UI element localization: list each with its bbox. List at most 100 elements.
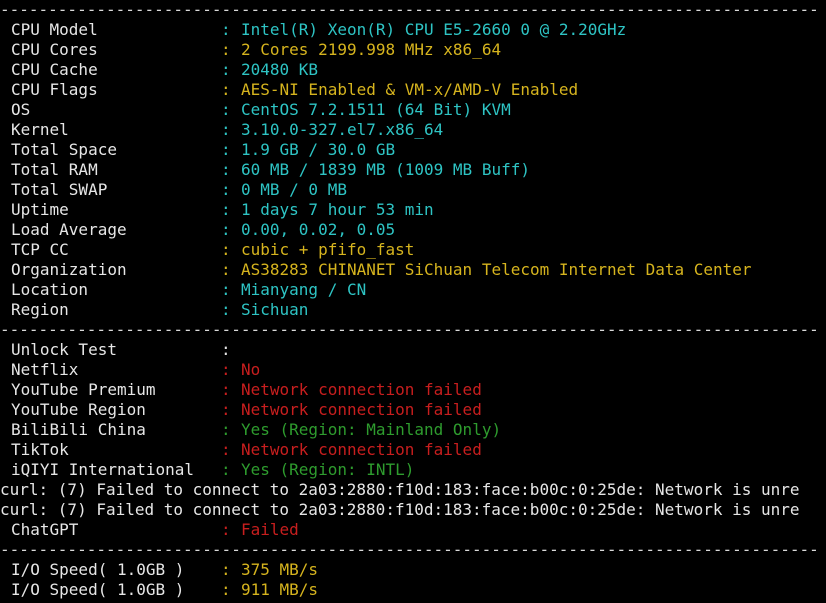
system-info-label: Uptime (11, 200, 69, 219)
system-info-row: Total RAM:60 MB / 1839 MB (1009 MB Buff) (0, 160, 826, 180)
row-colon: : (221, 280, 231, 299)
system-info-label: Region (11, 300, 69, 319)
unlock-test-row: BiliBili China: Yes (Region: Mainland Onl… (0, 420, 826, 440)
row-colon: : (221, 460, 231, 479)
system-info-row: Region: Sichuan (0, 300, 826, 320)
unlock-test-header-row: Unlock Test : (0, 340, 826, 360)
row-colon: : (221, 60, 231, 79)
system-info-row: CPU Cores:2 Cores 2199.998 MHz x86_64 (0, 40, 826, 60)
row-colon: : (221, 100, 231, 119)
unlock-test-label: iQIYI International (11, 460, 195, 479)
system-info-value: 0 MB / 0 MB (241, 180, 347, 199)
system-info-label: OS (11, 100, 31, 119)
row-colon: : (221, 220, 231, 239)
unlock-test-value: No (241, 360, 261, 379)
system-info-value: 1.9 GB / 30.0 GB (241, 140, 396, 159)
system-info-label: CPU Flags (11, 80, 98, 99)
row-colon: : (221, 400, 231, 419)
system-info-value: AS38283 CHINANET SiChuan Telecom Interne… (241, 260, 752, 279)
curl-error-row: curl: (7) Failed to connect to 2a03:2880… (0, 500, 826, 520)
unlock-test-row: TikTok: Network connection failed (0, 440, 826, 460)
unlock-test-row: iQIYI International: Yes (Region: INTL) (0, 460, 826, 480)
unlock-test-value: Network connection failed (241, 380, 482, 399)
separator-line: ----------------------------------------… (0, 0, 819, 19)
row-colon: : (221, 380, 231, 399)
row-colon: : (221, 340, 231, 359)
system-info-label: Total SWAP (11, 180, 108, 199)
row-colon: : (221, 300, 231, 319)
unlock-test-label: Netflix (11, 360, 79, 379)
system-info-label: Kernel (11, 120, 69, 139)
row-colon: : (221, 360, 231, 379)
row-colon: : (221, 560, 231, 579)
io-speed-label: I/O Speed( 1.0GB ) (11, 560, 185, 579)
io-speed-value: 911 MB/s (241, 580, 319, 599)
system-info-label: Total Space (11, 140, 117, 159)
unlock-test-value: Yes (Region: INTL) (241, 460, 415, 479)
separator-line: ----------------------------------------… (0, 540, 819, 559)
row-colon: : (221, 200, 231, 219)
system-info-value: AES-NI Enabled & VM-x/AMD-V Enabled (241, 80, 579, 99)
row-colon: : (221, 120, 231, 139)
row-colon: : (221, 160, 231, 179)
unlock-test-row: ChatGPT: Failed (0, 520, 826, 540)
curl-error-text: curl: (7) Failed to connect to 2a03:2880… (0, 500, 800, 519)
io-speed-row: I/O Speed( 1.0GB ):375 MB/s (0, 560, 826, 580)
row-colon: : (221, 80, 231, 99)
system-info-row: CPU Flags: AES-NI Enabled & VM-x/AMD-V En… (0, 80, 826, 100)
system-info-row: Total Space:1.9 GB / 30.0 GB (0, 140, 826, 160)
system-info-value: 60 MB / 1839 MB (1009 MB Buff) (241, 160, 530, 179)
unlock-test-section-continued: ChatGPT: Failed (0, 520, 826, 540)
unlock-test-label: TikTok (11, 440, 69, 459)
io-speed-label: I/O Speed( 1.0GB ) (11, 580, 185, 599)
system-info-value: Intel(R) Xeon(R) CPU E5-2660 0 @ 2.20GHz (241, 20, 627, 39)
row-colon: : (221, 240, 231, 259)
system-info-label: CPU Cache (11, 60, 98, 79)
system-info-value: 1 days 7 hour 53 min (241, 200, 434, 219)
system-info-value: 2 Cores 2199.998 MHz x86_64 (241, 40, 502, 59)
unlock-test-value: Failed (241, 520, 299, 539)
system-info-label: CPU Cores (11, 40, 98, 59)
separator-line: ----------------------------------------… (0, 320, 819, 339)
system-info-row: Load Average:0.00, 0.02, 0.05 (0, 220, 826, 240)
system-info-row: Kernel:3.10.0-327.el7.x86_64 (0, 120, 826, 140)
system-info-value: Mianyang / CN (241, 280, 367, 299)
system-info-section: CPU Model: Intel(R) Xeon(R) CPU E5-2660 0… (0, 20, 826, 320)
row-colon: : (221, 20, 231, 39)
row-colon: : (221, 420, 231, 439)
system-info-row: Total SWAP:0 MB / 0 MB (0, 180, 826, 200)
io-speed-row: I/O Speed( 1.0GB ):911 MB/s (0, 580, 826, 600)
row-colon: : (221, 440, 231, 459)
system-info-value: 3.10.0-327.el7.x86_64 (241, 120, 444, 139)
system-info-label: TCP CC (11, 240, 69, 259)
system-info-value: 0.00, 0.02, 0.05 (241, 220, 396, 239)
system-info-label: Load Average (11, 220, 127, 239)
unlock-test-title: Unlock Test (11, 340, 117, 359)
system-info-label: Location (11, 280, 89, 299)
io-speed-value: 375 MB/s (241, 560, 319, 579)
unlock-test-label: YouTube Premium (11, 380, 156, 399)
system-info-value: 20480 KB (241, 60, 319, 79)
system-info-value: cubic + pfifo_fast (241, 240, 415, 259)
unlock-test-label: ChatGPT (11, 520, 79, 539)
system-info-row: TCP CC: cubic + pfifo_fast (0, 240, 826, 260)
terminal-output: ----------------------------------------… (0, 0, 826, 603)
unlock-test-value: Yes (Region: Mainland Only) (241, 420, 502, 439)
system-info-row: Location: Mianyang / CN (0, 280, 826, 300)
unlock-test-value: Network connection failed (241, 440, 482, 459)
system-info-value: CentOS 7.2.1511 (64 Bit) KVM (241, 100, 511, 119)
unlock-test-section: Netflix: No YouTube Premium: Network connec… (0, 360, 826, 480)
unlock-test-row: YouTube Premium: Network connection faile… (0, 380, 826, 400)
row-colon: : (221, 140, 231, 159)
system-info-row: CPU Model: Intel(R) Xeon(R) CPU E5-2660 0… (0, 20, 826, 40)
system-info-row: Uptime:1 days 7 hour 53 min (0, 200, 826, 220)
system-info-label: Total RAM (11, 160, 98, 179)
row-colon: : (221, 260, 231, 279)
row-colon: : (221, 40, 231, 59)
system-info-row: Organization: AS38283 CHINANET SiChuan Te… (0, 260, 826, 280)
system-info-value: Sichuan (241, 300, 309, 319)
system-info-label: Organization (11, 260, 127, 279)
unlock-test-row: Netflix: No (0, 360, 826, 380)
curl-error-text: curl: (7) Failed to connect to 2a03:2880… (0, 480, 800, 499)
curl-error-section: curl: (7) Failed to connect to 2a03:2880… (0, 480, 826, 520)
